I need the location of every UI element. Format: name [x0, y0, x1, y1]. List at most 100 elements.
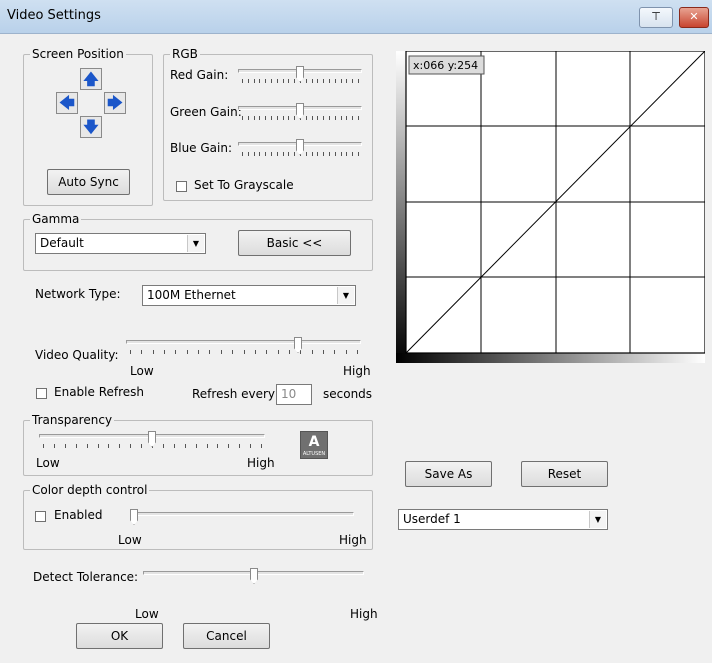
red-gain-slider[interactable]	[238, 66, 362, 88]
network-type-value: 100M Ethernet	[147, 288, 236, 302]
slider-tick	[312, 116, 313, 120]
slider-tick	[65, 444, 66, 448]
slider-tick	[254, 152, 255, 156]
slider-tick	[335, 79, 336, 83]
slider-tick	[265, 79, 266, 83]
gamma-group: Gamma Default ▼ Basic <<	[23, 212, 373, 271]
green-gain-slider[interactable]	[238, 103, 362, 125]
pin-button[interactable]: ⊤	[639, 7, 673, 28]
slider-tick	[163, 444, 164, 448]
slider-tick	[248, 79, 249, 83]
slider-tick	[352, 116, 353, 120]
refresh-interval-input[interactable]: 10	[276, 384, 312, 405]
detect-tolerance-high-label: High	[350, 607, 378, 621]
slider-thumb[interactable]	[296, 103, 304, 119]
slider-thumb[interactable]	[296, 66, 304, 82]
screen-position-group: Screen Position 🡅 🡄 🡆 🡇 Auto Sync	[23, 47, 153, 206]
auto-sync-button[interactable]: Auto Sync	[47, 169, 130, 195]
slider-tick	[323, 116, 324, 120]
slider-tick	[141, 444, 142, 448]
gamma-curve-readout: x:066 y:254	[413, 59, 478, 72]
transparency-high-label: High	[247, 456, 275, 470]
slider-tick	[254, 116, 255, 120]
gamma-select[interactable]: Default ▼	[35, 233, 206, 254]
move-left-button[interactable]: 🡄	[56, 92, 78, 114]
transparency-group: Transparency Low High A ALTUSEN	[23, 413, 373, 476]
slider-tick	[300, 350, 301, 354]
slider-tick	[43, 444, 44, 448]
refresh-unit-label: seconds	[323, 387, 373, 401]
color-depth-enabled-label: Enabled	[54, 508, 103, 522]
gamma-value: Default	[40, 236, 84, 250]
slider-tick	[265, 152, 266, 156]
red-gain-label: Red Gain:	[170, 68, 229, 82]
slider-tick	[288, 79, 289, 83]
slider-tick	[98, 444, 99, 448]
slider-tick	[265, 116, 266, 120]
grayscale-checkbox[interactable]	[176, 181, 187, 192]
slider-tick	[108, 444, 109, 448]
cancel-button[interactable]: Cancel	[183, 623, 270, 649]
slider-tick	[352, 152, 353, 156]
slider-tick	[76, 444, 77, 448]
preset-value: Userdef 1	[403, 512, 461, 526]
slider-tick	[346, 152, 347, 156]
slider-tick	[335, 152, 336, 156]
enable-refresh-checkbox[interactable]	[36, 388, 47, 399]
slider-tick	[187, 350, 188, 354]
slider-tick	[244, 350, 245, 354]
color-depth-slider[interactable]	[130, 509, 354, 531]
color-depth-high-label: High	[339, 533, 367, 547]
color-depth-group: Color depth control Enabled Low High	[23, 483, 373, 550]
slider-tick	[312, 79, 313, 83]
gamma-curve-graph[interactable]: x:066 y:254	[396, 50, 706, 363]
pin-icon: ⊤	[651, 10, 661, 23]
video-quality-slider[interactable]	[126, 337, 361, 359]
slider-tick	[175, 350, 176, 354]
transparency-label: Transparency	[30, 413, 115, 427]
slider-tick	[346, 79, 347, 83]
detect-tolerance-low-label: Low	[135, 607, 159, 621]
slider-tick	[306, 116, 307, 120]
network-type-select[interactable]: 100M Ethernet ▼	[142, 285, 356, 306]
slider-tick	[250, 444, 251, 448]
color-depth-enabled-checkbox[interactable]	[35, 511, 46, 522]
slider-tick	[358, 116, 359, 120]
slider-tick	[259, 79, 260, 83]
basic-toggle-button[interactable]: Basic <<	[238, 230, 351, 256]
ok-button[interactable]: OK	[76, 623, 163, 649]
slider-thumb[interactable]	[130, 509, 138, 525]
reset-button[interactable]: Reset	[521, 461, 608, 487]
move-up-button[interactable]: 🡅	[80, 68, 102, 90]
slider-thumb[interactable]	[296, 139, 304, 155]
blue-gain-slider[interactable]	[238, 139, 362, 161]
slider-tick	[141, 350, 142, 354]
title-bar[interactable]: Video Settings ⊤ ✕	[0, 0, 712, 34]
move-right-button[interactable]: 🡆	[104, 92, 126, 114]
slider-tick	[119, 444, 120, 448]
close-button[interactable]: ✕	[679, 7, 709, 28]
detect-tolerance-slider[interactable]	[143, 568, 364, 590]
slider-track	[130, 512, 354, 516]
color-depth-label: Color depth control	[30, 483, 150, 497]
slider-tick	[242, 79, 243, 83]
slider-tick	[306, 152, 307, 156]
slider-tick	[221, 350, 222, 354]
slider-tick	[277, 152, 278, 156]
slider-tick	[317, 79, 318, 83]
slider-tick	[261, 444, 262, 448]
transparency-slider[interactable]	[39, 431, 265, 453]
window-title: Video Settings	[7, 8, 101, 23]
gamma-curve-canvas[interactable]: x:066 y:254	[396, 50, 706, 363]
up-arrow-icon: 🡅	[83, 70, 99, 88]
slider-tick	[228, 444, 229, 448]
save-as-button[interactable]: Save As	[405, 461, 492, 487]
slider-thumb[interactable]	[250, 568, 258, 584]
slider-tick	[248, 152, 249, 156]
chevron-down-icon: ▼	[187, 235, 204, 252]
slider-thumb[interactable]	[148, 431, 156, 447]
move-down-button[interactable]: 🡇	[80, 116, 102, 138]
slider-tick	[242, 152, 243, 156]
slider-tick	[242, 116, 243, 120]
preset-select[interactable]: Userdef 1 ▼	[398, 509, 608, 530]
